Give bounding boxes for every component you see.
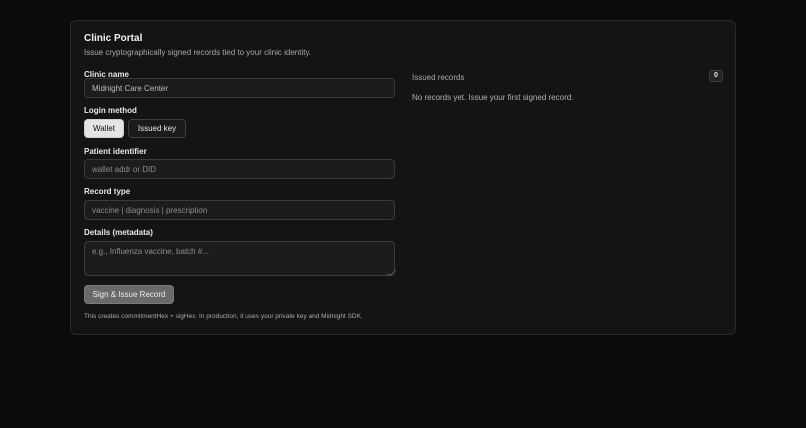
sign-issue-record-button[interactable]: Sign & Issue Record <box>84 285 174 304</box>
clinic-portal-card: Clinic Portal Issue cryptographically si… <box>70 20 736 335</box>
patient-identifier-label: Patient identifier <box>84 147 147 156</box>
issued-records-heading: Issued records <box>412 73 465 82</box>
record-type-input[interactable] <box>84 200 395 220</box>
details-textarea[interactable] <box>84 241 395 276</box>
page-subtitle: Issue cryptographically signed records t… <box>84 48 312 57</box>
login-method-label: Login method <box>84 106 137 115</box>
details-label: Details (metadata) <box>84 228 153 237</box>
record-type-label: Record type <box>84 187 131 196</box>
page-title: Clinic Portal <box>84 33 143 44</box>
footnote-text: This creates commitmentHex + sigHex. In … <box>84 313 363 320</box>
login-wallet-button[interactable]: Wallet <box>84 119 124 138</box>
empty-records-message: No records yet. Issue your first signed … <box>412 93 574 102</box>
patient-identifier-input[interactable] <box>84 159 395 179</box>
records-count-badge: 0 <box>709 70 723 82</box>
login-issued-key-button[interactable]: Issued key <box>128 119 186 138</box>
clinic-name-input[interactable] <box>84 78 395 98</box>
